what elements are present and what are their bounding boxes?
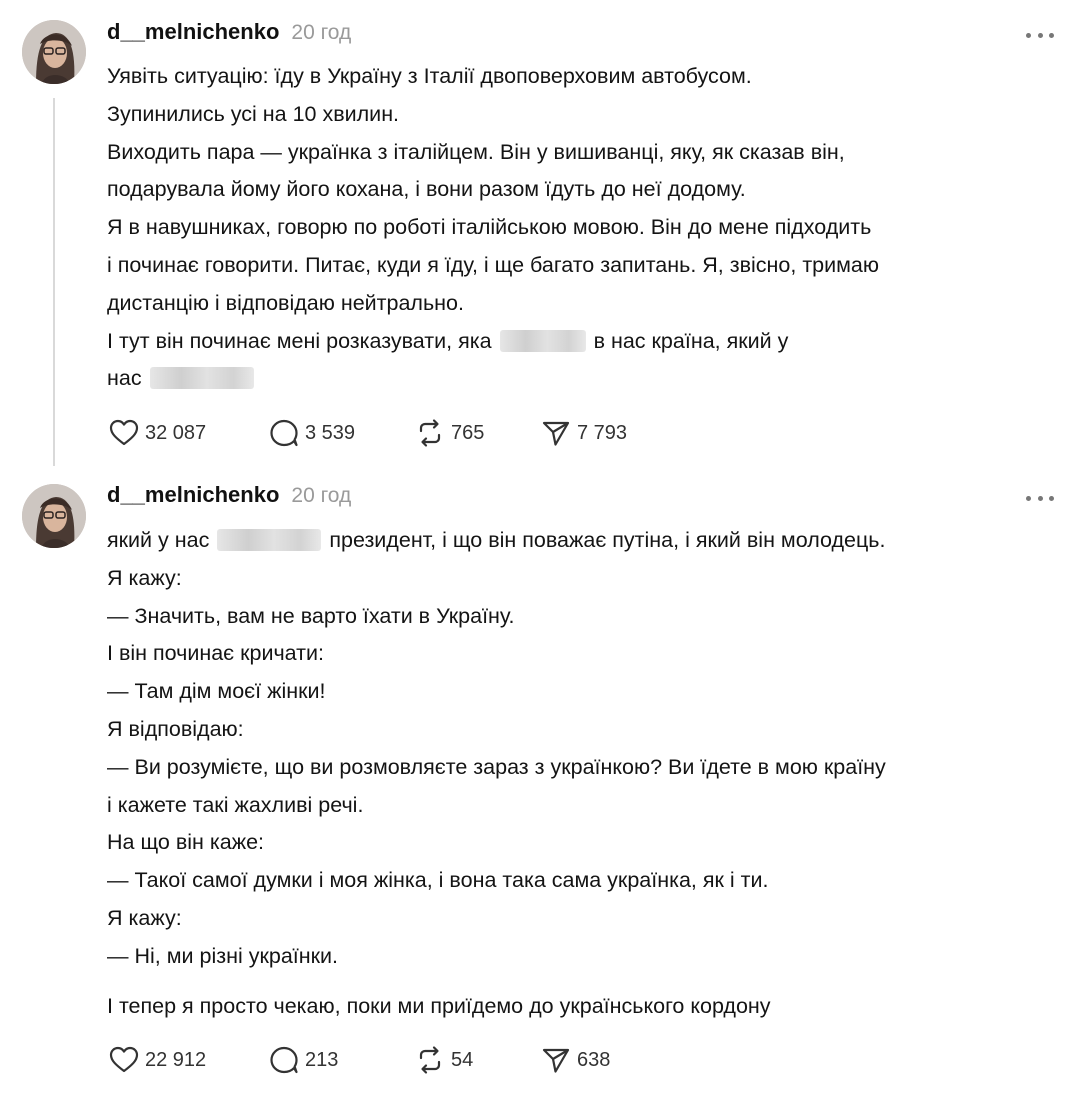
avatar[interactable] [22,20,86,84]
more-icon[interactable] [1026,30,1054,40]
send-icon [542,1048,570,1073]
text-line: Зупинились усі на 10 хвилин. [107,101,400,126]
text-line: який у нас президент, і що він поважає пу… [107,522,1057,560]
post-actions: 22 912 213 54 638 [107,1043,610,1077]
like-count: 32 087 [145,421,207,444]
text-line: — Такої самої думки і моя жінка, і вона … [107,868,769,893]
reply-button[interactable]: 213 [267,1043,413,1077]
reply-count: 213 [305,1048,339,1071]
text-fragment: президент, і що він поважає путіна, і як… [329,528,886,552]
text-line: дистанцію і відповідаю нейтрально. [107,290,464,315]
text-line: Я кажу: [107,905,182,930]
repost-icon [419,419,441,447]
timestamp[interactable]: 20 год [291,484,351,508]
text-line: Уявіть ситуацію: їду в Україну з Італії … [107,64,752,88]
post-header: d__melnichenko 20 год [107,482,351,510]
text-line: Я в навушниках, говорю по роботі італійс… [107,215,872,240]
text-fragment: І тут він починає мені розказувати, яка [107,328,492,353]
share-button[interactable]: 638 [539,1043,610,1077]
post-text: Уявіть ситуацію: їду в Україну з Італії … [107,58,1057,398]
text-line: — Ні, ми різні українки. [107,943,339,968]
avatar[interactable] [22,484,86,548]
text-line: і кажете такі жахливі речі. [107,792,364,817]
thread-post: d__melnichenko 20 год який у нас президен… [0,470,1072,1096]
heart-icon [109,419,139,446]
text-line: — Там дім моєї жінки! [107,679,326,704]
post-header: d__melnichenko 20 год [107,19,351,47]
text-line: нас [107,360,1057,398]
text-fragment: в нас країна, який у [593,328,789,353]
username[interactable]: d__melnichenko [107,482,279,508]
like-button[interactable]: 32 087 [107,416,267,450]
text-line: На що він каже: [107,830,265,855]
text-line: і починає говорити. Питає, куди я їду, і… [107,252,880,277]
text-line: подарувала йому його кохана, і вони разо… [107,177,746,202]
post-actions: 32 087 3 539 765 7 793 [107,416,627,450]
text-line: — Значить, вам не варто їхати в Україну. [107,603,515,628]
text-line: І тепер я просто чекаю, поки ми приїдемо… [107,993,771,1018]
text-line: Я відповідаю: [107,716,244,741]
share-count: 7 793 [577,421,628,444]
thread-post: d__melnichenko 20 год Уявіть ситуацію: ї… [0,0,1072,470]
comment-icon [270,1046,298,1074]
text-fragment: нас [107,366,142,391]
thread-line [53,98,55,466]
like-count: 22 912 [145,1048,207,1071]
text-line: Я кажу: [107,565,182,590]
share-button[interactable]: 7 793 [539,416,627,450]
repost-button[interactable]: 765 [413,416,539,450]
like-button[interactable]: 22 912 [107,1043,267,1077]
repost-button[interactable]: 54 [413,1043,539,1077]
reply-count: 3 539 [305,421,356,444]
share-count: 638 [577,1048,611,1071]
heart-icon [109,1046,139,1073]
repost-count: 765 [451,421,485,444]
reply-button[interactable]: 3 539 [267,416,413,450]
repost-icon [419,1046,441,1074]
timestamp[interactable]: 20 год [291,21,351,45]
censored-word [149,367,254,390]
more-icon[interactable] [1026,493,1054,503]
text-fragment: який у нас [107,528,210,552]
text-line: І він починає кричати: [107,641,324,666]
text-line: І тут він починає мені розказувати, яка в… [107,323,1057,361]
comment-icon [270,419,298,447]
text-line: — Ви розумієте, що ви розмовляєте зараз … [107,754,886,779]
post-text: який у нас президент, і що він поважає пу… [107,522,1057,1025]
avatar-image [22,20,86,84]
censored-word [217,529,322,551]
repost-count: 54 [451,1048,474,1071]
avatar-image [22,484,86,548]
send-icon [542,421,570,446]
censored-word [499,329,586,352]
username[interactable]: d__melnichenko [107,19,279,45]
text-line: Виходить пара — українка з італійцем. Ві… [107,139,845,164]
